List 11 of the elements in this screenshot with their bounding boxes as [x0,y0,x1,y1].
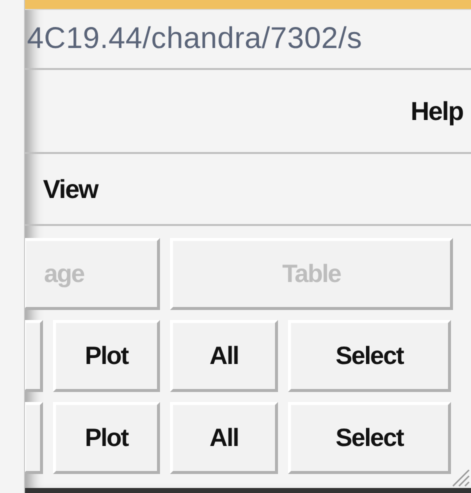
plot-button[interactable]: Plot [53,320,160,392]
plot-button[interactable]: Plot [53,402,160,474]
menu-item[interactable]: View [43,174,98,204]
select-button[interactable]: Select [288,402,451,474]
all-button[interactable]: All [170,402,278,474]
select-button[interactable]: Select [288,320,451,392]
window-title: 4C19.44/chandra/7302/s [26,22,362,56]
menu-item[interactable]: Help [410,96,463,126]
all-button[interactable]: All [170,320,278,392]
button[interactable] [25,402,43,474]
button[interactable] [25,320,43,392]
